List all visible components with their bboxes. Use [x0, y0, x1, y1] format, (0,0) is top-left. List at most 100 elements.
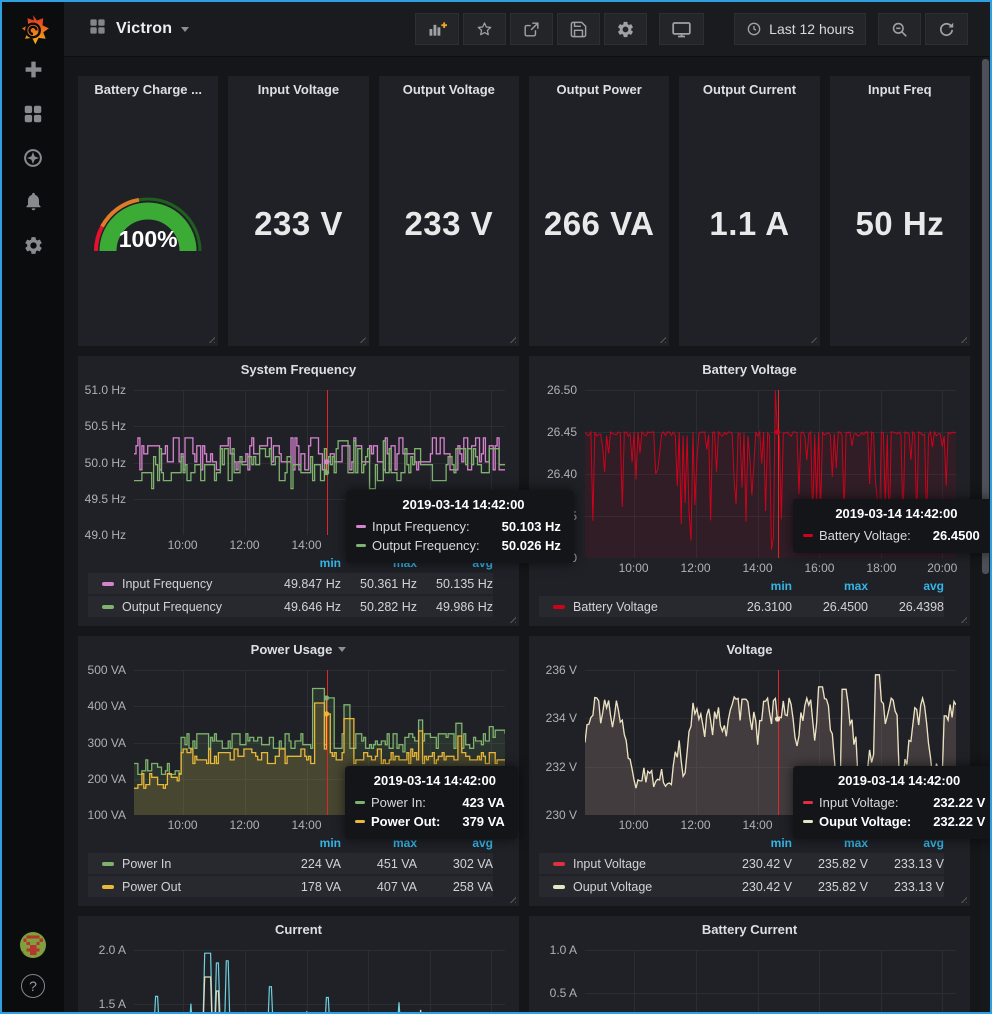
bell-icon	[23, 191, 44, 217]
sidebar-item-alerting[interactable]	[2, 182, 64, 226]
avatar[interactable]	[20, 932, 46, 958]
panel-title-text: Current	[275, 922, 322, 937]
zoom-out-button[interactable]	[878, 13, 921, 45]
star-icon	[475, 20, 494, 39]
panel-output-current: Output Current 1.1 A	[679, 76, 819, 346]
settings-button[interactable]	[604, 13, 647, 45]
tooltip-series-label: Output Frequency:	[372, 538, 480, 553]
panel-title-text: System Frequency	[241, 362, 357, 377]
panel-title[interactable]: Input Voltage	[228, 76, 368, 102]
plus-icon	[23, 59, 44, 85]
sidebar-item-configuration[interactable]	[2, 226, 64, 270]
legend-header-max: max	[792, 579, 868, 593]
legend-value: 50.282 Hz	[341, 600, 417, 614]
panel-output-power: Output Power266 VA	[529, 76, 669, 346]
legend: minmaxavgBattery Voltage26.310026.450026…	[529, 578, 970, 626]
y-axis-label: 1.0 A	[550, 943, 577, 957]
add-panel-button[interactable]	[415, 13, 459, 45]
share-button[interactable]	[510, 13, 553, 45]
panel-title[interactable]: System Frequency	[78, 356, 519, 382]
legend-series-name[interactable]: Input Frequency	[122, 577, 212, 591]
legend-row: Battery Voltage26.310026.450026.4398	[539, 596, 944, 617]
legend-header-min: min	[265, 836, 341, 850]
panel-title[interactable]: Output Power	[529, 76, 669, 102]
dashboard-title: Victron	[116, 20, 172, 38]
legend-header-avg: avg	[868, 579, 944, 593]
legend-value: 178 VA	[265, 880, 341, 894]
panel-title[interactable]: Output Voltage	[379, 76, 519, 102]
panel-title[interactable]: Voltage	[529, 636, 970, 662]
time-range-label: Last 12 hours	[769, 21, 854, 37]
share-icon	[522, 20, 541, 39]
legend-value: 302 VA	[417, 857, 493, 871]
x-axis-label: 14:00	[742, 561, 772, 575]
legend-series-name[interactable]: Battery Voltage	[573, 600, 658, 614]
y-axis-label: 300 VA	[88, 736, 126, 750]
legend: minmaxavgInput Voltage230.42 V235.82 V23…	[529, 835, 970, 906]
tooltip-series-value: 26.4500	[911, 528, 980, 543]
tooltip-series-label: Input Frequency:	[372, 519, 470, 534]
panel-input-freq: Input Freq50 Hz	[830, 76, 970, 346]
panel-action-group	[415, 13, 647, 45]
series-swatch	[102, 582, 114, 586]
dashboard-picker[interactable]: Victron	[88, 17, 189, 41]
help-icon[interactable]: ?	[21, 974, 45, 998]
save-button[interactable]	[557, 13, 600, 45]
apps-grid-icon	[22, 103, 44, 130]
graph-tooltip: 2019-03-14 14:42:00Power In:423 VAPower …	[345, 766, 518, 839]
x-axis-label: 10:00	[168, 818, 198, 832]
tooltip-series-row: Input Voltage:232.22 V	[803, 793, 985, 812]
legend-value: 49.646 Hz	[265, 600, 341, 614]
panel-input-voltage: Input Voltage233 V	[228, 76, 368, 346]
panel-title[interactable]: Output Current	[679, 76, 819, 102]
stat-value: 1.1 A	[709, 205, 789, 243]
graph-tooltip: 2019-03-14 14:42:00Input Voltage:232.22 …	[793, 766, 992, 839]
legend-value: 26.4500	[792, 600, 868, 614]
series-swatch	[553, 605, 565, 609]
legend: minmaxavgPower In224 VA451 VA302 VAPower…	[78, 835, 519, 906]
stat-body: 266 VA	[529, 102, 669, 346]
star-button[interactable]	[463, 13, 506, 45]
gauge-value: 100%	[82, 226, 214, 253]
tooltip-series-label: Battery Voltage:	[819, 528, 911, 543]
scrollbar-thumb[interactable]	[982, 59, 989, 574]
legend-series-name[interactable]: Ouput Voltage	[573, 880, 652, 894]
y-axis-label: 0.5 A	[550, 986, 577, 1000]
time-picker-button[interactable]: Last 12 hours	[734, 13, 866, 45]
legend-series-name[interactable]: Power Out	[122, 880, 181, 894]
save-icon	[569, 20, 588, 39]
x-axis-label: 14:00	[742, 818, 772, 832]
series-swatch	[803, 801, 813, 804]
sidebar-item-explore[interactable]	[2, 138, 64, 182]
panel-title[interactable]: Battery Current	[529, 916, 970, 942]
legend-value: 49.986 Hz	[417, 600, 493, 614]
legend-value: 230.42 V	[716, 880, 792, 894]
legend-value: 258 VA	[417, 880, 493, 894]
panel-title[interactable]: Battery Charge ...	[78, 76, 218, 102]
stat-body: 233 V	[379, 102, 519, 346]
sidebar-item-add[interactable]	[2, 50, 64, 94]
legend-series-name[interactable]: Power In	[122, 857, 171, 871]
panel-current: Current2.0 A1.5 A1.0 A0.5 A0 A10:0012:00…	[78, 916, 519, 1012]
panel-title[interactable]: Input Freq	[830, 76, 970, 102]
x-axis-label: 12:00	[230, 818, 260, 832]
stat-body: 233 V	[228, 102, 368, 346]
refresh-button[interactable]	[925, 13, 968, 45]
x-axis-label: 10:00	[168, 538, 198, 552]
sidebar-bottom: ?	[2, 932, 64, 998]
legend-series-name[interactable]: Input Voltage	[573, 857, 646, 871]
grafana-logo-icon	[14, 9, 52, 51]
series-swatch	[355, 820, 365, 823]
legend-value: 235.82 V	[792, 880, 868, 894]
legend-series-name[interactable]: Output Frequency	[122, 600, 222, 614]
panel-title[interactable]: Battery Voltage	[529, 356, 970, 382]
sidebar-item-dashboards[interactable]	[2, 94, 64, 138]
tooltip-series-label: Power Out:	[371, 814, 440, 829]
x-axis-label: 10:00	[619, 561, 649, 575]
y-axis-label: 49.0 Hz	[85, 528, 126, 542]
graph-row-3: Current2.0 A1.5 A1.0 A0.5 A0 A10:0012:00…	[78, 916, 970, 1012]
panel-title[interactable]: Power Usage	[78, 636, 519, 662]
panel-title[interactable]: Current	[78, 916, 519, 942]
cycle-view-button[interactable]	[659, 13, 704, 45]
y-axis-label: 50.0 Hz	[85, 456, 126, 470]
